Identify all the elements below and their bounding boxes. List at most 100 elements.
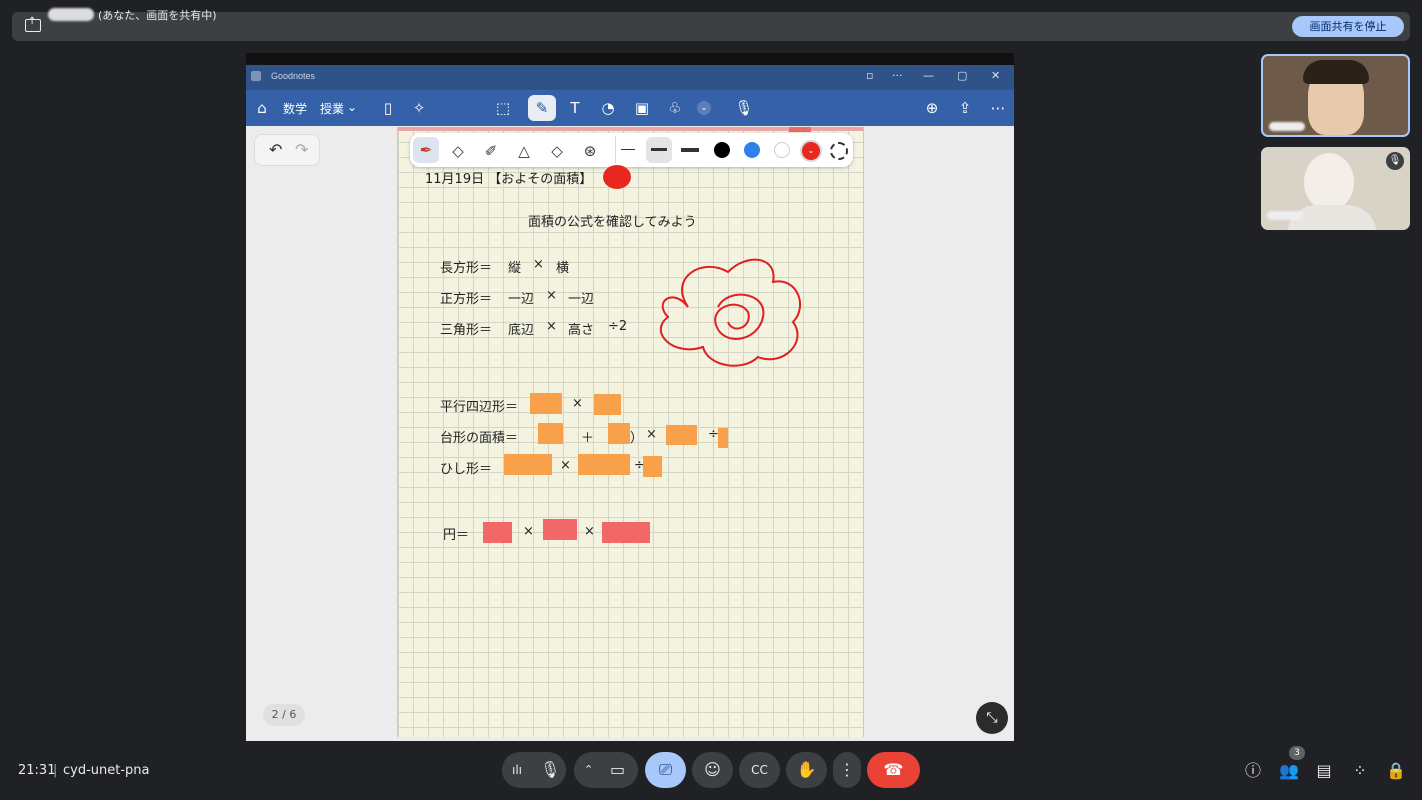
hidden-answer-sticky[interactable] [666, 425, 697, 445]
hidden-answer-sticky[interactable] [504, 454, 552, 475]
export-icon[interactable]: ⇪ [954, 97, 976, 119]
color-white-option[interactable] [774, 142, 790, 158]
participant-hair [1303, 60, 1369, 84]
color-blue-option[interactable] [744, 142, 760, 158]
medium-stroke-option[interactable] [651, 148, 667, 151]
pin-window-icon[interactable]: ▫ [866, 69, 873, 82]
muted-mic-icon: 🎙 [1386, 152, 1404, 170]
square-term1: 一辺 [508, 292, 535, 307]
thin-stroke-option[interactable] [621, 149, 635, 150]
sidebar-toggle-icon[interactable]: ▯ [377, 97, 399, 119]
lasso-select-icon[interactable]: ⬚ [492, 97, 514, 119]
more-options-icon[interactable]: ⋯ [987, 97, 1009, 119]
participant-tile-1[interactable] [1261, 54, 1410, 137]
trapezoid-close-paren: ） [630, 431, 644, 446]
square-times: × [546, 288, 557, 303]
triangle-label: 三角形＝ [440, 323, 493, 338]
trapezoid-plus: ＋ [581, 431, 595, 446]
elements-icon[interactable]: ♧ [664, 97, 686, 119]
share-status-text: (あなた、画面を共有中) [98, 9, 217, 22]
more-window-icon[interactable]: ··· [892, 69, 903, 82]
home-icon[interactable]: ⌂ [251, 97, 273, 119]
highlighter-icon[interactable]: ✐ [480, 142, 502, 160]
subject-breadcrumb[interactable]: 数学 [283, 100, 307, 117]
raise-hand-icon[interactable]: ✋ [786, 752, 827, 788]
ai-assist-icon[interactable]: ✧ [408, 97, 430, 119]
participant-face-blur [1304, 153, 1354, 211]
eraser-icon[interactable]: ◇ [447, 142, 469, 160]
participant-tile-2[interactable]: 🎙 [1261, 147, 1410, 230]
hidden-answer-sticky[interactable] [543, 519, 577, 540]
goodnotes-app-icon [251, 71, 261, 81]
collapse-icon[interactable]: ⤡ [976, 702, 1008, 734]
presenter-name-redacted [48, 8, 94, 21]
trapezoid-times: × [646, 427, 657, 442]
emoji-reaction-icon[interactable]: ☺ [692, 752, 733, 788]
present-icon [25, 16, 41, 32]
date-title: 11月19日 【およその面積】 [425, 172, 593, 187]
triangle-term1: 底辺 [508, 323, 535, 338]
hidden-answer-sticky[interactable] [608, 423, 630, 444]
custom-color-picker-icon[interactable] [830, 142, 848, 160]
rhombus-label: ひし形＝ [440, 462, 493, 477]
pen-toolbar: ✒ ◇ ✐ △ ◇ ⊛ ⌄ [410, 133, 853, 167]
redo-icon[interactable]: ↷ [295, 140, 308, 159]
hidden-answer-sticky[interactable] [602, 522, 650, 543]
circle-times1: × [523, 524, 534, 539]
meeting-code: cyd-unet-pna [63, 763, 150, 778]
meeting-info-icon[interactable]: ⓘ [1242, 760, 1264, 782]
hidden-answer-sticky[interactable] [594, 394, 621, 415]
microphone-record-icon[interactable]: 🎙 [733, 97, 755, 119]
stop-sharing-button[interactable]: 画面共有を停止 [1292, 16, 1404, 37]
text-box-icon[interactable]: T [564, 97, 586, 119]
screen-share-banner [12, 12, 1410, 41]
red-scribble-drawing [660, 258, 802, 367]
shape-eraser-icon[interactable]: ◇ [546, 142, 568, 160]
circle-label: 円＝ [443, 528, 470, 543]
window-top-edge [246, 53, 1014, 65]
page-counter: 2 / 6 [263, 704, 305, 726]
pen-tool-icon[interactable]: ✎ [528, 95, 556, 121]
rhombus-times: × [560, 458, 571, 473]
camera-options-chevron-icon[interactable]: ⌃ [584, 752, 593, 788]
participant-name-redacted [1269, 122, 1305, 131]
color-red-selected-option[interactable]: ⌄ [800, 140, 822, 162]
chat-icon[interactable]: ▤ [1313, 760, 1335, 782]
more-options-icon[interactable]: ⋮ [833, 752, 861, 788]
notebook-page[interactable]: ✒ ◇ ✐ △ ◇ ⊛ ⌄ 11月19日 【およその面積】 面積の公式を確認して… [397, 127, 864, 737]
host-controls-icon[interactable]: 🔒 [1385, 760, 1407, 782]
parallelogram-times: × [572, 396, 583, 411]
triangle-term2: 高さ [568, 323, 595, 338]
hidden-answer-sticky[interactable] [643, 456, 662, 477]
close-window-button[interactable]: ✕ [991, 69, 1000, 82]
section-breadcrumb[interactable]: 授業 [320, 100, 344, 117]
undo-icon[interactable]: ↶ [269, 140, 282, 159]
rectangle-term2: 横 [556, 261, 570, 276]
hidden-answer-sticky[interactable] [530, 393, 562, 414]
chevron-down-icon[interactable]: ⌄ [347, 100, 357, 114]
separator: | [53, 763, 58, 778]
camera-icon[interactable]: ▭ [610, 752, 625, 788]
end-call-icon[interactable]: ☎ [867, 752, 920, 788]
people-icon[interactable]: 👥 [1278, 760, 1300, 782]
hidden-answer-sticky[interactable] [538, 423, 563, 444]
marker-icon[interactable]: △ [513, 142, 535, 160]
microphone-icon[interactable]: 🎙 [540, 752, 560, 788]
captions-icon[interactable]: CC [739, 752, 780, 788]
shape-tool-icon[interactable]: ◔ [597, 97, 619, 119]
minimize-window-button[interactable]: — [923, 69, 934, 82]
undo-redo-group: ↶ ↷ [254, 134, 320, 166]
thick-stroke-option[interactable] [681, 148, 699, 152]
hidden-answer-sticky[interactable] [578, 454, 630, 475]
color-black-option[interactable] [714, 142, 730, 158]
hidden-answer-sticky[interactable] [718, 428, 728, 448]
more-tools-chevron-icon[interactable]: ⌄ [697, 101, 711, 115]
activities-icon[interactable]: ⁘ [1349, 760, 1371, 782]
image-insert-icon[interactable]: ▣ [631, 97, 653, 119]
add-page-icon[interactable]: ⊕ [921, 97, 943, 119]
lasso-icon[interactable]: ⊛ [579, 142, 601, 160]
present-screen-icon[interactable]: ⎚ [645, 752, 686, 788]
hidden-answer-sticky[interactable] [483, 522, 512, 543]
fountain-pen-icon[interactable]: ✒ [413, 137, 439, 163]
maximize-window-button[interactable]: ▢ [957, 69, 967, 82]
